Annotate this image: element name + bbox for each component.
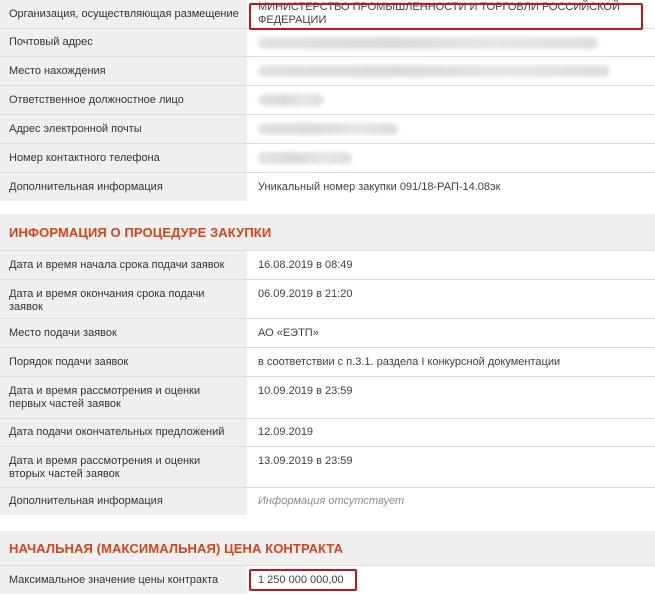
redacted-text — [258, 123, 398, 135]
field-label: Место подачи заявок — [0, 319, 247, 347]
section-title: НАЧАЛЬНАЯ (МАКСИМАЛЬНАЯ) ЦЕНА КОНТРАКТА — [9, 540, 344, 556]
field-label: Дополнительная информация — [0, 488, 247, 515]
field-label: Адрес электронной почты — [0, 115, 247, 143]
table-row: Место подачи заявок АО «ЕЭТП» — [0, 319, 655, 347]
redacted-text — [258, 152, 352, 164]
table-row: Дата и время окончания срока подачи заяв… — [0, 280, 655, 318]
field-value: в соответствии с п.3.1. раздела I конкур… — [258, 355, 561, 368]
redacted-text — [258, 65, 610, 77]
field-value: АО «ЕЭТП» — [258, 326, 319, 339]
field-label: Почтовый адрес — [0, 29, 247, 56]
table-row: Дата и время рассмотрения и оценки первы… — [0, 377, 655, 418]
table-row: Ответственное должностное лицо — [0, 86, 655, 114]
field-value: 16.08.2019 в 08:49 — [258, 258, 353, 271]
table-row: Дополнительная информация Информация отс… — [0, 488, 655, 515]
section-header: НАЧАЛЬНАЯ (МАКСИМАЛЬНАЯ) ЦЕНА КОНТРАКТА — [0, 531, 655, 565]
field-label: Дата и время окончания срока подачи заяв… — [0, 280, 247, 318]
location-value — [247, 57, 655, 85]
field-label: Дата и время рассмотрения и оценки вторы… — [0, 447, 247, 487]
field-label: Дополнительная информация — [0, 173, 247, 201]
email-value — [247, 115, 655, 143]
field-label: Номер контактного телефона — [0, 144, 247, 172]
field-value: 12.09.2019 — [258, 426, 314, 438]
field-label: Ответственное должностное лицо — [0, 86, 247, 114]
field-label: Максимальное значение цены контракта — [0, 566, 247, 594]
field-label: Дата подачи окончательных предложений — [0, 419, 247, 446]
table-row: Порядок подачи заявок в соответствии с п… — [0, 348, 655, 376]
field-label: Порядок подачи заявок — [0, 348, 247, 376]
field-value: 06.09.2019 в 21:20 — [258, 288, 353, 300]
highlight-box — [249, 569, 357, 591]
section-title: ИНФОРМАЦИЯ О ПРОЦЕДУРЕ ЗАКУПКИ — [9, 224, 272, 240]
section-header: ИНФОРМАЦИЯ О ПРОЦЕДУРЕ ЗАКУПКИ — [0, 214, 655, 250]
field-label: Организация, осуществляющая размещение — [0, 0, 247, 28]
field-label: Дата и время начала срока подачи заявок — [0, 251, 247, 279]
field-value: 13.09.2019 в 23:59 — [258, 455, 353, 467]
highlight-box — [249, 3, 643, 30]
table-row: Дополнительная информация Уникальный ном… — [0, 173, 655, 201]
field-value: 10.09.2019 в 23:59 — [258, 385, 353, 397]
redacted-text — [258, 36, 598, 49]
table-row: Адрес электронной почты — [0, 115, 655, 143]
table-row: Номер контактного телефона — [0, 144, 655, 172]
responsible-person-value — [247, 86, 655, 114]
table-row: Дата и время рассмотрения и оценки вторы… — [0, 447, 655, 487]
table-row: Место нахождения — [0, 57, 655, 85]
phone-value — [247, 144, 655, 172]
table-row: Дата и время начала срока подачи заявок … — [0, 251, 655, 279]
table-row: Дата подачи окончательных предложений 12… — [0, 419, 655, 446]
field-value: Информация отсутствует — [258, 495, 405, 507]
field-label: Дата и время рассмотрения и оценки первы… — [0, 377, 247, 418]
additional-info-value: Уникальный номер закупки 091/18-РАП-14.0… — [258, 180, 501, 193]
redacted-text — [258, 94, 324, 106]
table-row: Почтовый адрес — [0, 29, 655, 56]
field-label: Место нахождения — [0, 57, 247, 85]
postal-address-value — [247, 29, 655, 56]
